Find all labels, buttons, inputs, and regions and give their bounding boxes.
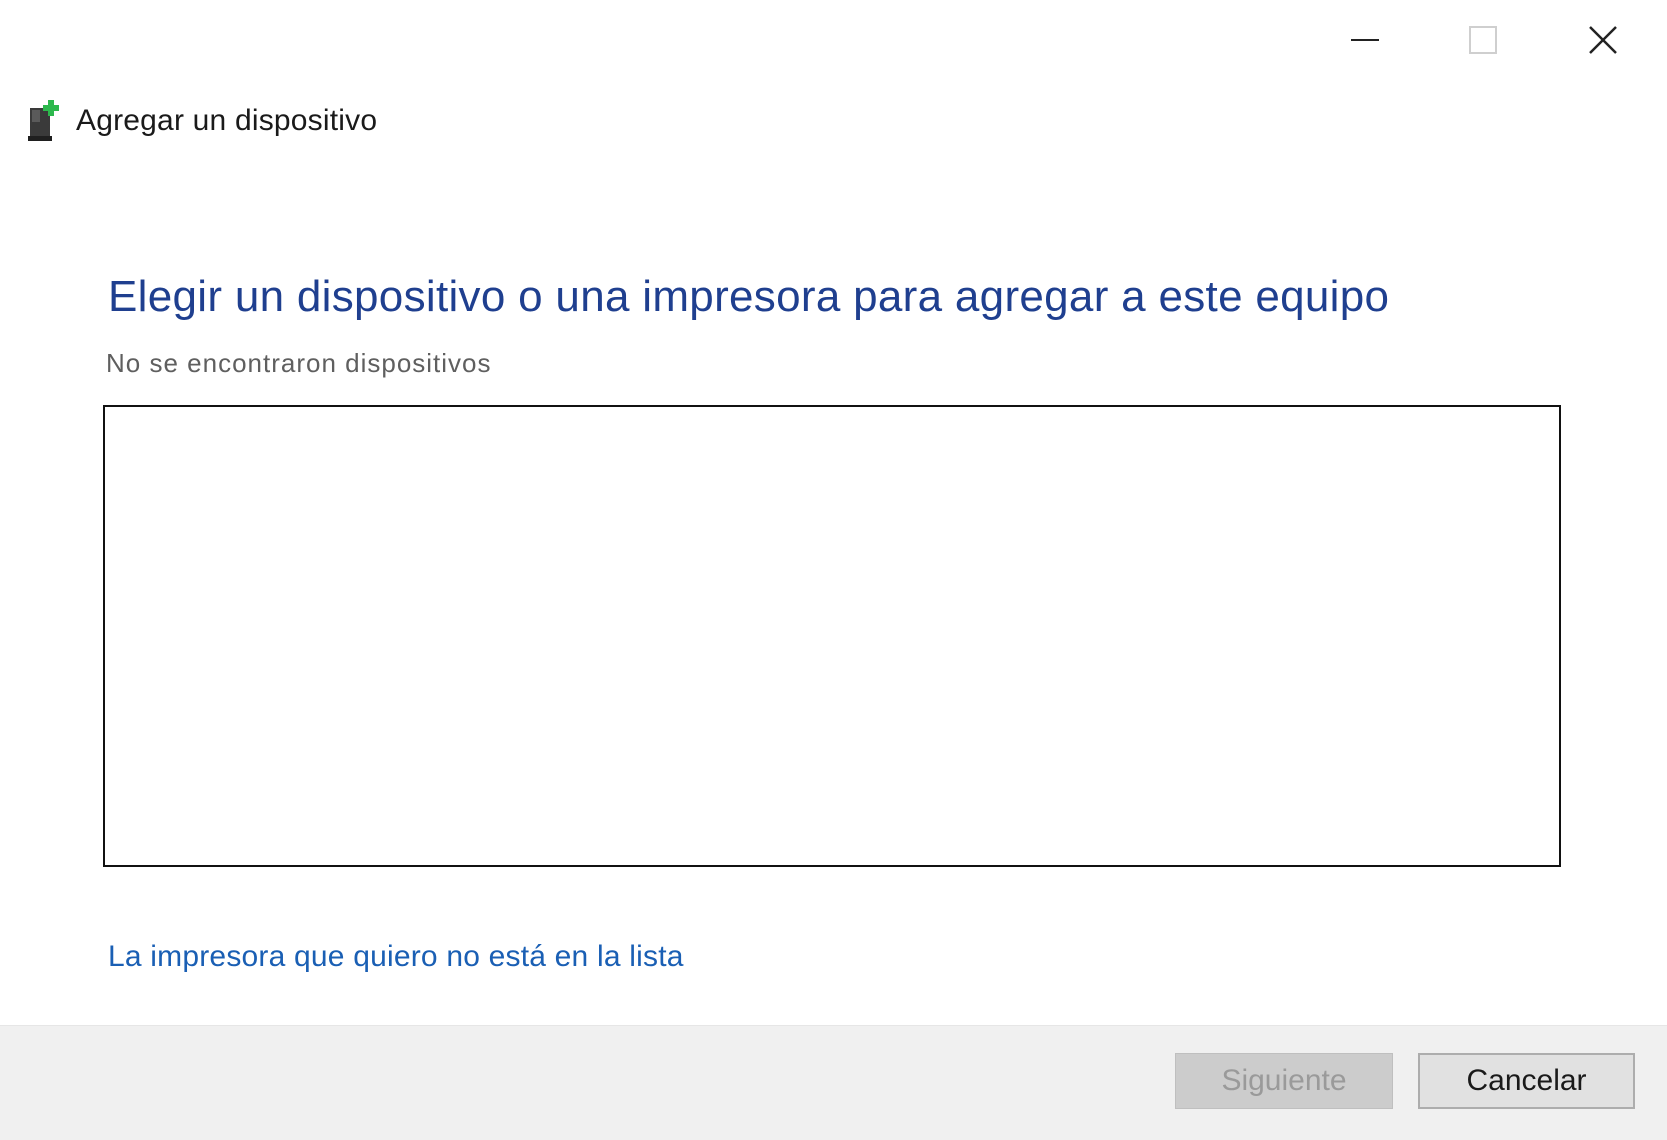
cancel-button[interactable]: Cancelar — [1418, 1053, 1635, 1109]
close-button[interactable] — [1548, 0, 1658, 80]
minimize-button[interactable] — [1310, 0, 1420, 80]
maximize-button — [1428, 0, 1538, 80]
device-list[interactable] — [103, 405, 1561, 867]
printer-not-listed-link[interactable]: La impresora que quiero no está en la li… — [108, 940, 684, 974]
window-title: Agregar un dispositivo — [76, 104, 378, 137]
footer-bar — [0, 1025, 1667, 1140]
title-bar: Agregar un dispositivo — [26, 96, 377, 146]
maximize-icon — [1469, 26, 1497, 54]
add-device-icon — [28, 100, 59, 141]
next-button[interactable]: Siguiente — [1175, 1053, 1393, 1109]
search-status: No se encontraron dispositivos — [106, 348, 492, 378]
page-heading: Elegir un dispositivo o una impresora pa… — [108, 272, 1390, 321]
add-device-window: Agregar un dispositivo Elegir un disposi… — [0, 0, 1667, 1140]
minimize-icon — [1351, 39, 1379, 41]
close-icon — [1589, 26, 1617, 54]
